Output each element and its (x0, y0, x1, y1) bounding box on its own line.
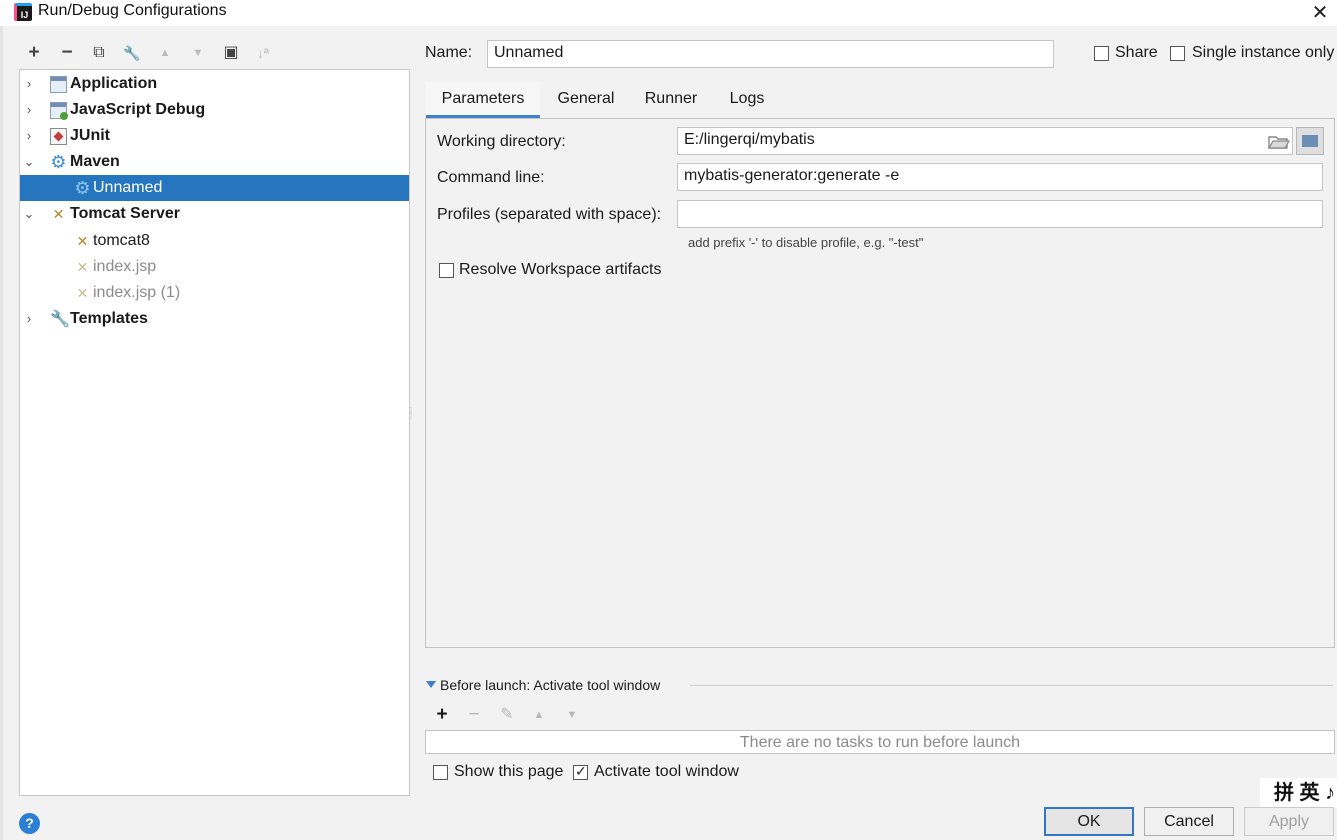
tree-node-label: index.jsp (93, 258, 157, 275)
working-directory-input[interactable]: E:/lingerqi/mybatis (677, 127, 1293, 155)
before-launch-title[interactable]: Before launch: Activate tool window (440, 677, 660, 693)
cancel-button[interactable]: Cancel (1144, 807, 1234, 836)
tomcat-icon: ✕ (76, 259, 89, 275)
profiles-hint: add prefix '-' to disable profile, e.g. … (688, 235, 924, 250)
configuration-tree[interactable]: › Application › JavaScript Debug › JUnit… (19, 69, 410, 796)
copy-icon[interactable]: ⧉ (87, 42, 111, 66)
add-icon[interactable]: + (22, 42, 46, 66)
tomcat-icon: ✕ (76, 233, 89, 249)
collapse-chevron-icon[interactable]: ⌄ (22, 149, 36, 175)
junit-icon (50, 128, 67, 145)
help-icon[interactable]: ? (19, 813, 40, 834)
tree-node-index-jsp[interactable]: ✕ index.jsp (20, 254, 409, 280)
tree-node-label: Unnamed (93, 179, 163, 196)
remove-icon[interactable]: − (55, 42, 79, 66)
activate-tool-window-label: Activate tool window (594, 763, 739, 780)
sort-icon[interactable]: ↓ª (251, 42, 275, 66)
tab-runner[interactable]: Runner (632, 82, 710, 118)
wrench-icon[interactable]: 🔧 (120, 42, 144, 66)
window-left-edge (0, 26, 3, 840)
tree-node-templates[interactable]: › 🔧 Templates (20, 306, 409, 332)
profiles-label: Profiles (separated with space): (437, 206, 662, 223)
activate-tool-window-checkbox[interactable] (573, 763, 588, 780)
tree-node-unnamed[interactable]: ⚙ Unnamed (20, 175, 409, 201)
edit-task-icon[interactable]: ✎ (496, 704, 518, 726)
tree-node-label: JavaScript Debug (70, 101, 206, 118)
tree-node-application[interactable]: › Application (20, 71, 409, 97)
application-icon (50, 76, 67, 93)
tree-node-label: Tomcat Server (70, 205, 180, 222)
resolve-workspace-checkbox[interactable] (439, 263, 454, 278)
expand-chevron-icon[interactable]: › (22, 306, 36, 332)
single-instance-label: Single instance only (1192, 44, 1335, 61)
tree-node-label: Templates (70, 310, 148, 327)
before-launch-task-list[interactable]: There are no tasks to run before launch (425, 730, 1335, 754)
share-label: Share (1115, 44, 1158, 61)
add-task-icon[interactable]: + (431, 704, 453, 726)
working-directory-label: Working directory: (437, 133, 566, 150)
javascript-debug-icon (50, 102, 68, 120)
move-task-up-icon[interactable]: ▲ (528, 704, 550, 726)
before-launch-divider (690, 685, 1333, 686)
resolve-workspace-label: Resolve Workspace artifacts (459, 261, 662, 278)
close-icon[interactable]: ✕ (1307, 0, 1333, 25)
share-checkbox[interactable] (1094, 46, 1109, 61)
tab-logs[interactable]: Logs (716, 82, 778, 118)
name-input[interactable]: Unnamed (487, 40, 1054, 68)
collapse-triangle-icon[interactable] (426, 681, 436, 688)
expand-chevron-icon[interactable]: › (22, 97, 36, 123)
maven-gear-icon: ⚙ (50, 152, 67, 172)
apply-button[interactable]: Apply (1244, 807, 1334, 836)
profiles-input[interactable] (677, 200, 1323, 228)
move-down-icon[interactable]: ▼ (186, 42, 210, 66)
tree-node-javascript-debug[interactable]: › JavaScript Debug (20, 97, 409, 123)
tree-node-maven[interactable]: ⌄ ⚙ Maven (20, 149, 409, 175)
expand-chevron-icon[interactable]: › (22, 71, 36, 97)
folder-icon[interactable] (1267, 135, 1291, 149)
tree-node-junit[interactable]: › JUnit (20, 123, 409, 149)
move-task-down-icon[interactable]: ▼ (561, 704, 583, 726)
tree-node-index-jsp-1[interactable]: ✕ index.jsp (1) (20, 280, 409, 306)
ime-indicator: 拼 英 ♪ (1260, 778, 1337, 808)
parameters-panel: Working directory: E:/lingerqi/mybatis C… (425, 118, 1335, 648)
tree-node-label: Maven (70, 153, 120, 170)
maven-gear-icon: ⚙ (74, 178, 91, 198)
splitter-handle[interactable]: ⁞ ⁞ (410, 407, 414, 428)
wrench-icon: 🔧 (50, 311, 70, 328)
tab-parameters[interactable]: Parameters (426, 82, 540, 118)
name-label: Name: (425, 44, 473, 61)
move-up-icon[interactable]: ▲ (153, 42, 177, 66)
window-title: Run/Debug Configurations (38, 2, 227, 19)
single-instance-checkbox[interactable] (1170, 46, 1185, 61)
remove-task-icon[interactable]: − (463, 704, 485, 726)
command-line-input[interactable]: mybatis-generator:generate -e (677, 163, 1323, 191)
show-this-page-label: Show this page (454, 763, 564, 780)
intellij-app-icon: IJ (14, 3, 32, 21)
expand-chevron-icon[interactable]: › (22, 123, 36, 149)
command-line-label: Command line: (437, 169, 545, 186)
tab-general[interactable]: General (546, 82, 626, 118)
ok-button[interactable]: OK (1044, 807, 1134, 836)
tree-node-tomcat-server[interactable]: ⌄ ✕ Tomcat Server (20, 201, 409, 227)
tomcat-icon: ✕ (76, 285, 89, 301)
show-this-page-checkbox[interactable] (433, 765, 448, 780)
new-folder-icon[interactable]: ▣ (219, 42, 243, 66)
tomcat-icon: ✕ (52, 206, 65, 222)
tree-node-label: tomcat8 (93, 232, 150, 249)
tree-node-tomcat8[interactable]: ✕ tomcat8 (20, 228, 409, 254)
tree-node-label: JUnit (70, 127, 110, 144)
tree-node-label: Application (70, 75, 158, 92)
title-bar: IJ Run/Debug Configurations ✕ (0, 0, 1337, 26)
module-directory-button[interactable] (1296, 127, 1324, 155)
collapse-chevron-icon[interactable]: ⌄ (22, 201, 36, 227)
tree-node-label: index.jsp (1) (93, 284, 181, 301)
